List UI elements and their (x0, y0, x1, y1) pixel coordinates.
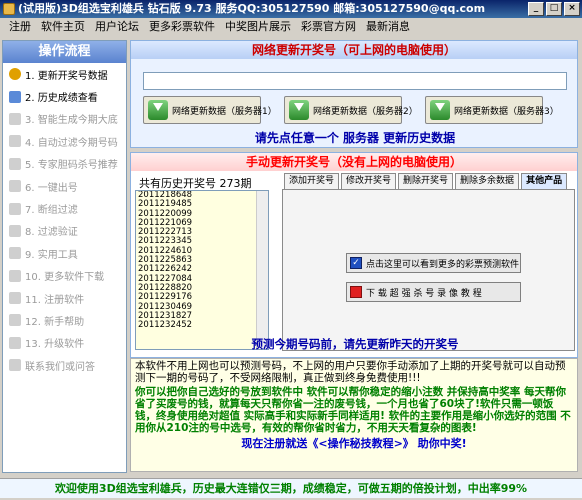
menu-forum[interactable]: 用户论坛 (90, 18, 144, 34)
menu-winning-pictures[interactable]: 中奖图片展示 (220, 18, 296, 34)
tab-other-products[interactable]: 其他产品 (521, 173, 568, 189)
tab-add[interactable]: 添加开奖号 (284, 173, 340, 189)
title-bar: (试用版)3D组选宝利雄兵 钻石版 9.73 服务QQ:305127590 邮箱… (0, 0, 582, 18)
expert-icon (9, 157, 21, 170)
menu-more-software[interactable]: 更多彩票软件 (144, 18, 220, 34)
predict-hint: 预测今期号码前，请先更新昨天的开奖号 (251, 337, 459, 351)
update-hint: 请先点任意一个 服务器 更新历史数据 (254, 131, 456, 145)
minimize-button[interactable]: _ (528, 2, 544, 16)
history-number-list[interactable]: 2011218648 2011219485 2011220099 2011221… (135, 190, 269, 350)
split-icon (9, 202, 21, 215)
sidebar-item-split-filter[interactable]: 7. 断组过滤 (3, 197, 126, 219)
status-input[interactable] (143, 72, 567, 90)
sidebar-item-register[interactable]: 11. 注册软件 (3, 287, 126, 309)
check-icon (9, 224, 21, 237)
download-icon (289, 100, 309, 120)
menu-news[interactable]: 最新消息 (361, 18, 415, 34)
contact-icon (9, 359, 21, 372)
sidebar-item-generate[interactable]: 3. 智能生成今期大底 (3, 108, 126, 130)
tab-delete-extra[interactable]: 删除多余数据 (455, 173, 520, 189)
sidebar-item-download[interactable]: 10. 更多软件下载 (3, 265, 126, 287)
tab-strip: 添加开奖号 修改开奖号 删除开奖号 删除多余数据 其他产品 (284, 173, 576, 189)
tab-edit[interactable]: 修改开奖号 (341, 173, 397, 189)
history-count-label: 共有历史开奖号 273期 (139, 177, 252, 190)
upgrade-icon (9, 336, 21, 349)
sidebar-item-contact[interactable]: 联系我们或问答 (3, 354, 126, 376)
download-icon (9, 269, 21, 282)
maximize-button[interactable]: □ (546, 2, 562, 16)
sidebar-item-expert[interactable]: 5. 专家胆码杀号推荐 (3, 153, 126, 175)
pencil-icon (9, 90, 21, 103)
sidebar-item-history[interactable]: 2. 历史成绩查看 (3, 85, 126, 107)
arrow-down-icon (9, 68, 21, 81)
download-icon (430, 100, 450, 120)
server1-button[interactable]: 网络更新数据（服务器1） (143, 96, 277, 124)
sidebar-item-one-click[interactable]: 6. 一键出号 (3, 175, 126, 197)
filter-icon (9, 135, 21, 148)
register-icon (9, 292, 21, 305)
more-software-button[interactable]: ✓ 点击这里可以看到更多的彩票预测软件 (346, 253, 521, 273)
menu-register[interactable]: 注册 (4, 18, 36, 34)
network-update-panel: 网络更新开奖号（可上网的电脑使用） 网络更新数据（服务器1） 网络更新数据（服务… (130, 40, 578, 148)
tutorial-download-button[interactable]: 下 载 超 强 杀 号 录 像 教 程 (346, 282, 521, 302)
window-title: (试用版)3D组选宝利雄兵 钻石版 9.73 服务QQ:305127590 邮箱… (18, 2, 486, 15)
info-panel: 本软件不用上网也可以预测号码，不上网的用户只要你手动添加了上期的开奖号就可以自动… (130, 358, 578, 472)
sidebar-item-upgrade[interactable]: 13. 升级软件 (3, 332, 126, 354)
info-text-1: 本软件不用上网也可以预测号码，不上网的用户只要你手动添加了上期的开奖号就可以自动… (135, 360, 566, 384)
checkbox-icon: ✓ (350, 257, 362, 269)
tab-content: ✓ 点击这里可以看到更多的彩票预测软件 下 载 超 强 杀 号 录 像 教 程 (282, 189, 575, 351)
close-button[interactable]: × (564, 2, 580, 16)
download-icon (148, 100, 168, 120)
register-promo-link[interactable]: 现在注册就送《<操作秘技教程>》 助你中奖! (131, 435, 577, 451)
sidebar-item-verify[interactable]: 8. 过滤验证 (3, 220, 126, 242)
server2-button[interactable]: 网络更新数据（服务器2） (284, 96, 418, 124)
sidebar-item-help[interactable]: 12. 新手帮助 (3, 309, 126, 331)
video-icon (350, 286, 362, 298)
sidebar-title: 操作流程 (3, 41, 126, 63)
tab-delete[interactable]: 删除开奖号 (398, 173, 454, 189)
key-icon (9, 180, 21, 193)
sidebar-item-filter[interactable]: 4. 自动过滤今期号码 (3, 130, 126, 152)
network-update-title: 网络更新开奖号（可上网的电脑使用） (131, 41, 577, 59)
menu-official-site[interactable]: 彩票官方网 (296, 18, 361, 34)
list-scrollbar[interactable] (256, 191, 268, 349)
info-text-2: 你可以把你自己选好的号放到软件中 软件可以帮你稳定的缩小注数 并保持高中奖率 每… (135, 386, 571, 434)
status-footer: 欢迎使用3D组选宝利雄兵，历史最大连错仅三期，成绩稳定，可做五期的倍投计划，中出… (0, 478, 582, 498)
menu-bar: 注册 软件主页 用户论坛 更多彩票软件 中奖图片展示 彩票官方网 最新消息 (0, 18, 582, 34)
manual-update-title: 手动更新开奖号（没有上网的电脑使用） (131, 153, 577, 171)
server3-button[interactable]: 网络更新数据（服务器3） (425, 96, 559, 124)
app-icon (3, 3, 15, 15)
tool-icon (9, 247, 21, 260)
sidebar-item-update-data[interactable]: 1. 更新开奖号数据 (3, 63, 126, 85)
workflow-sidebar: 操作流程 1. 更新开奖号数据 2. 历史成绩查看 3. 智能生成今期大底 4.… (2, 40, 127, 473)
manual-update-panel: 手动更新开奖号（没有上网的电脑使用） 共有历史开奖号 273期 20112186… (130, 152, 578, 358)
list-item[interactable]: 2011232452 (138, 320, 268, 330)
menu-homepage[interactable]: 软件主页 (36, 18, 90, 34)
wand-icon (9, 112, 21, 125)
help-icon (9, 314, 21, 327)
sidebar-item-tools[interactable]: 9. 实用工具 (3, 242, 126, 264)
